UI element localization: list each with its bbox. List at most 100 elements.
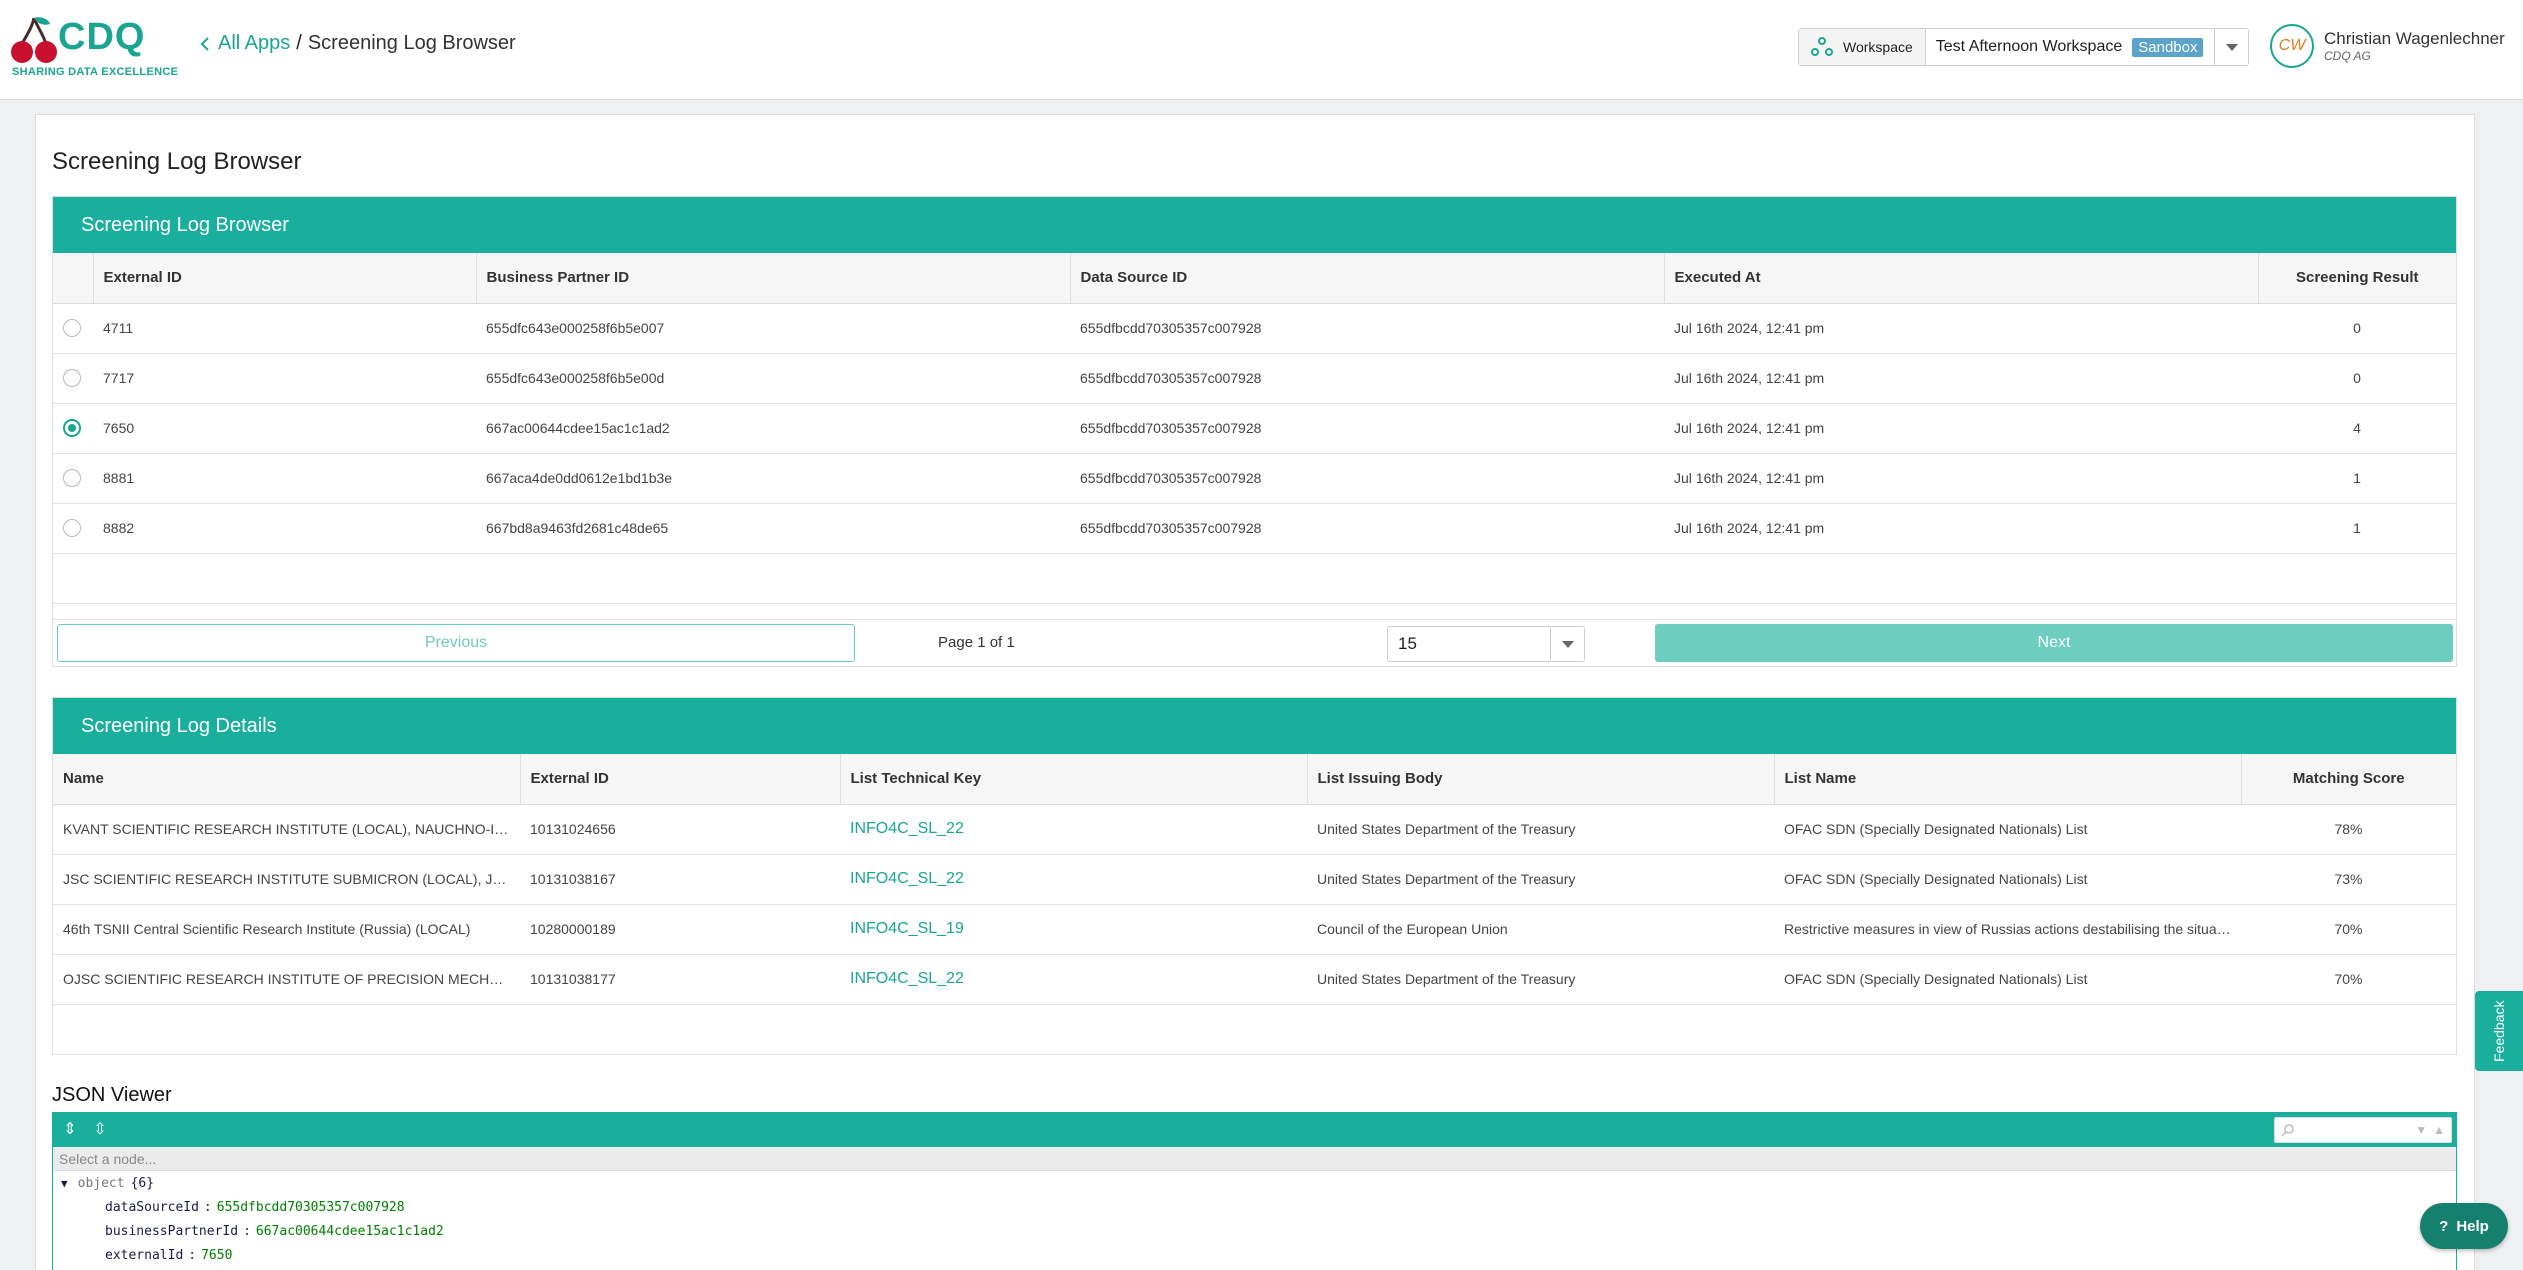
workspace-selector[interactable]: Workspace Test Afternoon Workspace Sandb… (1798, 28, 2249, 66)
workspace-nodes-icon (1811, 37, 1833, 56)
list-technical-key-link[interactable]: INFO4C_SL_19 (850, 920, 964, 937)
json-root-count: {6} (130, 1175, 155, 1191)
user-menu[interactable]: CW Christian Wagenlechner CDQ AG (2270, 24, 2505, 68)
json-field[interactable]: externalId:7650 (53, 1243, 2456, 1267)
search-previous-icon[interactable]: ▲ (2433, 1123, 2445, 1137)
column-header[interactable]: List Issuing Body (1306, 754, 1774, 805)
collapse-all-icon[interactable]: ⇳ (91, 1121, 109, 1139)
list-name-cell: Restrictive measures in view of Russias … (1774, 904, 2241, 955)
json-viewer: ⇕ ⇳ ▼ ▲ Select a node... ▼ object {6} da… (52, 1112, 2457, 1270)
json-key: businessPartnerId (105, 1223, 239, 1239)
external-id-cell: 4711 (93, 303, 476, 354)
row-select-cell[interactable] (53, 503, 93, 554)
row-radio[interactable] (63, 419, 81, 438)
table-row[interactable]: OJSC SCIENTIFIC RESEARCH INSTITUTE OF PR… (53, 954, 2456, 1005)
column-header[interactable]: List Technical Key (839, 754, 1307, 805)
matching-score-cell: 70% (2241, 954, 2456, 1005)
log-browser-table: External ID Business Partner ID Data Sou… (53, 253, 2456, 554)
json-colon: : (243, 1223, 251, 1239)
row-radio[interactable] (63, 469, 81, 488)
name-cell: 46th TSNII Central Scientific Research I… (53, 904, 520, 955)
business-partner-id-cell: 655dfc643e000258f6b5e007 (476, 303, 1070, 354)
data-source-id-cell: 655dfbcdd70305357c007928 (1070, 303, 1664, 354)
table-row[interactable]: 4711 655dfc643e000258f6b5e007 655dfbcdd703… (53, 303, 2456, 354)
json-field[interactable]: businessPartnerId:667ac00644cdee15ac1c1a… (53, 1219, 2456, 1243)
row-select-cell[interactable] (53, 403, 93, 454)
json-root-node[interactable]: ▼ object {6} (53, 1171, 2456, 1195)
table-row[interactable]: JSC SCIENTIFIC RESEARCH INSTITUTE SUBMIC… (53, 854, 2456, 905)
row-radio[interactable] (63, 319, 81, 338)
external-id-cell: 8882 (93, 503, 476, 554)
external-id-cell: 7650 (93, 403, 476, 454)
list-issuing-body-cell: United States Department of the Treasury (1307, 854, 1774, 905)
column-header[interactable]: Executed At (1663, 253, 2258, 304)
workspace-name: Test Afternoon Workspace (1935, 38, 2123, 55)
chevron-left-icon (200, 36, 209, 51)
table-row[interactable]: 8881 667aca4de0dd0612e1bd1b3e 655dfbcdd703… (53, 453, 2456, 504)
row-select-cell[interactable] (53, 453, 93, 504)
screening-result-cell: 4 (2258, 403, 2456, 454)
row-select-cell[interactable] (53, 353, 93, 404)
json-search-box[interactable]: ▼ ▲ (2274, 1117, 2452, 1143)
row-select-cell[interactable] (53, 303, 93, 354)
page-size-toggle[interactable] (1550, 627, 1584, 661)
list-technical-key-cell: INFO4C_SL_22 (840, 854, 1307, 905)
column-header[interactable]: Screening Result (2257, 253, 2456, 304)
select-column-header (53, 253, 93, 304)
list-issuing-body-cell: United States Department of the Treasury (1307, 804, 1774, 855)
list-technical-key-cell: INFO4C_SL_22 (840, 804, 1307, 855)
table-row[interactable]: 46th TSNII Central Scientific Research I… (53, 904, 2456, 955)
table-row[interactable]: KVANT SCIENTIFIC RESEARCH INSTITUTE (LOC… (53, 804, 2456, 855)
column-header[interactable]: Matching Score (2240, 754, 2456, 805)
data-source-id-cell: 655dfbcdd70305357c007928 (1070, 453, 1664, 504)
json-node-path: Select a node... (53, 1147, 2456, 1171)
data-source-id-cell: 655dfbcdd70305357c007928 (1070, 503, 1664, 554)
feedback-tab[interactable]: Feedback (2475, 991, 2523, 1071)
json-value: 655dfbcdd70305357c007928 (216, 1199, 405, 1215)
question-icon: ? (2439, 1217, 2449, 1235)
column-header[interactable]: Name (53, 754, 520, 805)
list-technical-key-cell: INFO4C_SL_22 (840, 954, 1307, 1005)
table-row[interactable]: 7717 655dfc643e000258f6b5e00d 655dfbcdd703… (53, 353, 2456, 404)
column-header[interactable]: External ID (92, 253, 476, 304)
log-details-table: Name External ID List Technical Key List… (53, 754, 2456, 1055)
workspace-dropdown-toggle[interactable] (2214, 29, 2248, 65)
breadcrumb-current: Screening Log Browser (307, 32, 516, 54)
list-name-cell: OFAC SDN (Specially Designated Nationals… (1774, 854, 2241, 905)
list-name-cell: OFAC SDN (Specially Designated Nationals… (1774, 804, 2241, 855)
table-row[interactable]: 7650 667ac00644cdee15ac1c1ad2 655dfbcdd703… (53, 403, 2456, 454)
json-field[interactable]: dataSourceId:655dfbcdd70305357c007928 (53, 1195, 2456, 1219)
column-header[interactable]: List Name (1773, 754, 2241, 805)
table-empty-row (53, 554, 2456, 604)
column-header[interactable]: Data Source ID (1069, 253, 1664, 304)
json-viewer-title: JSON Viewer (52, 1084, 172, 1106)
row-radio[interactable] (63, 369, 81, 388)
list-technical-key-link[interactable]: INFO4C_SL_22 (850, 870, 964, 887)
row-radio[interactable] (63, 519, 81, 538)
user-name: Christian Wagenlechner (2324, 29, 2505, 48)
page-size-select[interactable]: 15 (1387, 626, 1585, 662)
user-info: Christian Wagenlechner CDQ AG (2324, 29, 2505, 63)
screening-log-details-panel: Screening Log Details Name External ID L… (52, 697, 2457, 1055)
search-next-icon[interactable]: ▼ (2415, 1123, 2427, 1137)
json-colon: : (188, 1247, 197, 1263)
column-header[interactable]: External ID (519, 754, 840, 805)
previous-button[interactable]: Previous (57, 624, 855, 662)
json-root-type: object (77, 1175, 125, 1191)
list-name-cell: OFAC SDN (Specially Designated Nationals… (1774, 954, 2241, 1005)
top-bar: CDQ SHARING DATA EXCELLENCE All Apps / S… (0, 0, 2523, 100)
caret-expanded-icon[interactable]: ▼ (61, 1177, 68, 1190)
list-technical-key-link[interactable]: INFO4C_SL_22 (850, 970, 964, 987)
expand-all-icon[interactable]: ⇕ (61, 1121, 79, 1139)
sandbox-badge: Sandbox (2132, 37, 2204, 57)
next-button[interactable]: Next (1655, 624, 2453, 662)
external-id-cell: 10131038167 (520, 854, 840, 905)
all-apps-link[interactable]: All Apps (200, 32, 290, 55)
column-header[interactable]: Business Partner ID (475, 253, 1070, 304)
external-id-cell: 10131024656 (520, 804, 840, 855)
cdq-logo[interactable]: CDQ SHARING DATA EXCELLENCE (10, 14, 178, 80)
list-technical-key-link[interactable]: INFO4C_SL_22 (850, 820, 964, 837)
page-size-value: 15 (1398, 634, 1417, 653)
table-row[interactable]: 8882 667bd8a9463fd2681c48de65 655dfbcdd703… (53, 503, 2456, 554)
help-button[interactable]: ? Help (2420, 1203, 2508, 1249)
